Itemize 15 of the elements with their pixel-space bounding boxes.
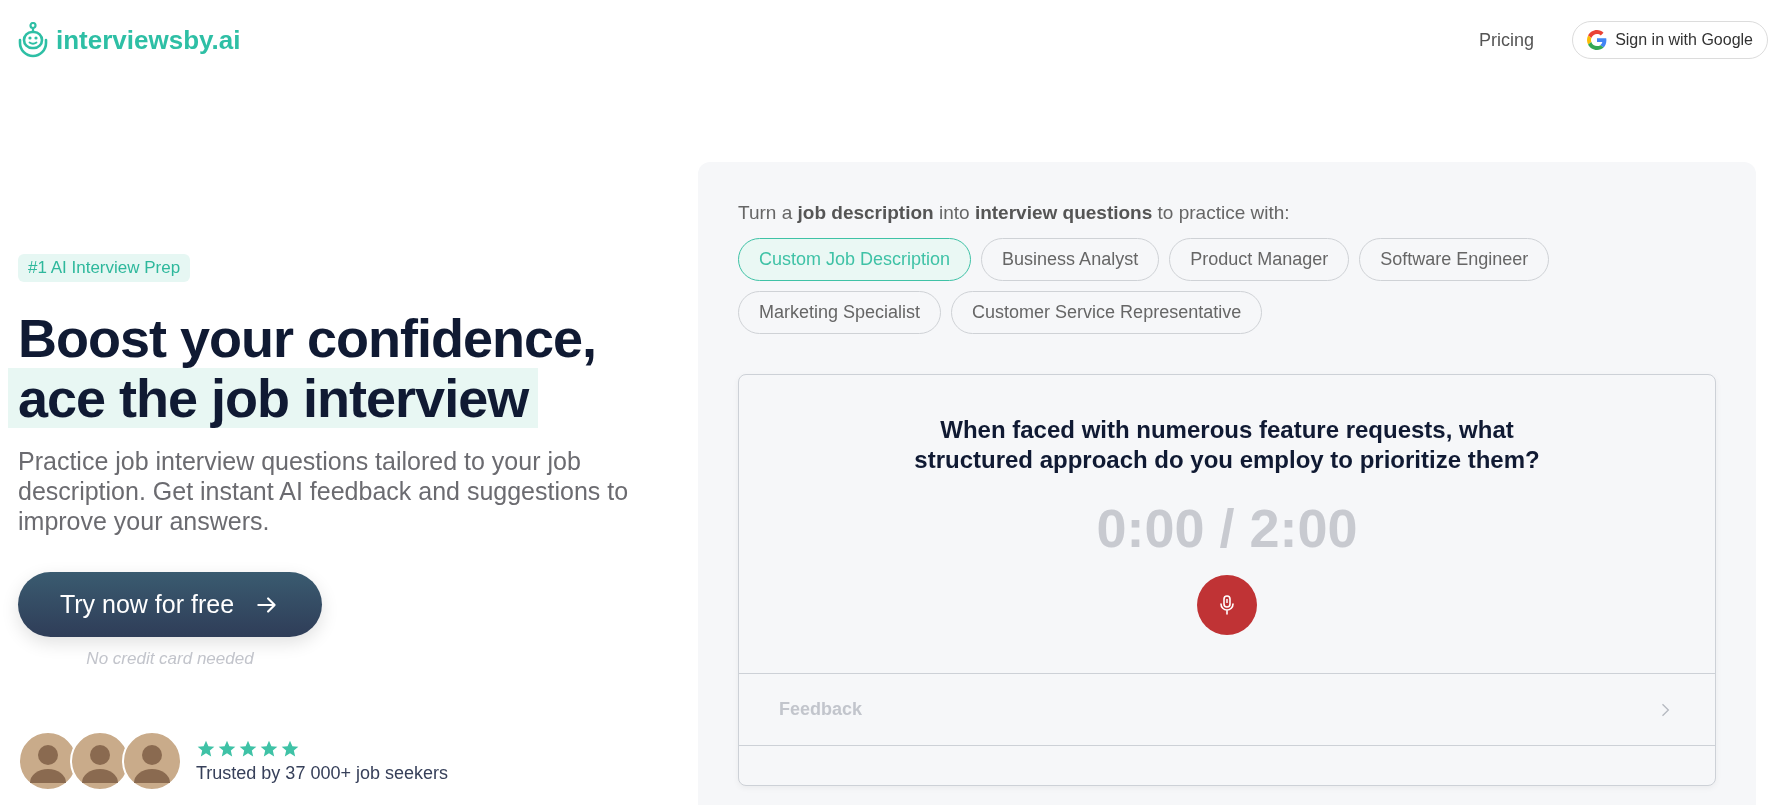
intro-text: Turn a job description into interview questions to practice with:	[738, 202, 1291, 224]
headline: Boost your confidence,	[18, 308, 597, 368]
try-free-button[interactable]: Try now for free	[18, 572, 322, 637]
trust-text: Trusted by 37 000+ job seekers	[196, 762, 448, 784]
cta-note: No credit card needed	[85, 649, 255, 669]
robot-logo-icon	[18, 22, 48, 58]
headline: ace the job interview	[8, 368, 539, 428]
pricing-link[interactable]: Pricing	[1479, 29, 1535, 51]
question-text: When faced with numerous feature requests, what structured approach do you employ to prioritize them?	[913, 415, 1541, 475]
avatar	[122, 731, 182, 791]
google-g-icon	[1587, 30, 1608, 50]
badge: #1 AI Interview Prep	[18, 254, 191, 282]
description: Practice job interview questions tailored to your job description. Get instant AI feedback and suggestions to improve your answers.	[18, 446, 630, 536]
google-sign-in-button[interactable]: Sign in with Google	[1572, 21, 1768, 59]
microphone-button[interactable]	[1197, 575, 1257, 635]
